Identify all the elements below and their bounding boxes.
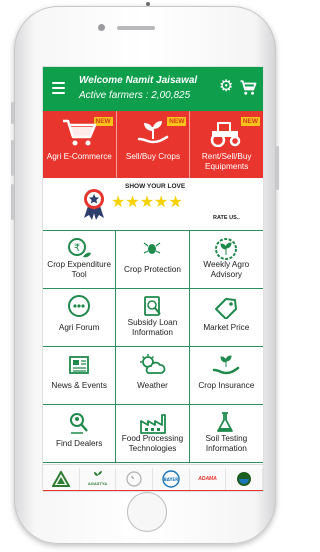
partner-logo-grey[interactable]	[116, 467, 154, 490]
service-subsidy-loan-information[interactable]: Subsidy Loan Information	[116, 289, 190, 347]
cart-icon	[63, 119, 97, 146]
home-button[interactable]	[127, 492, 167, 532]
service-label: Food Processing Technologies	[121, 434, 184, 453]
plant-hand-icon	[137, 121, 168, 144]
service-label: Soil Testing Information	[205, 434, 248, 453]
partner-logo-globe[interactable]	[226, 467, 263, 490]
svg-text:₹: ₹	[74, 243, 80, 254]
partner-logo-agastya[interactable]: AGASTYA	[80, 467, 117, 490]
settings-gear-icon[interactable]: ⚙	[219, 79, 233, 95]
top-dot	[146, 2, 150, 6]
rate-us-banner[interactable]: SHOW YOUR LOVE ★★★★★ RATE US..	[43, 178, 263, 230]
tile-label: Agri E-Commerce	[46, 152, 112, 161]
loan-document-icon	[144, 296, 162, 316]
medal-icon	[84, 189, 104, 220]
power-button	[276, 146, 279, 190]
service-crop-expenditure-tool[interactable]: ₹ Crop Expenditure Tool	[43, 231, 117, 289]
front-camera	[98, 24, 105, 31]
factory-icon	[140, 414, 167, 434]
service-label: Weekly Agro Advisory	[203, 260, 250, 279]
dealer-search-icon	[70, 413, 88, 434]
featured-tiles: NEW Agri E-Commerce NEW Sell/Buy Crops N…	[43, 111, 263, 178]
service-crop-insurance[interactable]: Crop Insurance	[189, 347, 263, 405]
rupee-plant-icon: ₹	[68, 238, 91, 258]
cart-icon[interactable]	[239, 79, 257, 97]
tractor-icon	[211, 122, 241, 147]
service-label: Weather	[137, 381, 168, 390]
welcome-text: Welcome Namit Jaisawal	[79, 75, 198, 86]
bug-icon	[143, 242, 161, 254]
service-label: Crop Expenditure Tool	[47, 260, 112, 279]
partner-name: ADAMA	[198, 475, 217, 482]
tile-label: Sell/Buy Crops	[125, 152, 181, 161]
weather-icon	[140, 354, 166, 374]
service-label: Crop Insurance	[198, 381, 255, 390]
service-label: Find Dealers	[55, 439, 103, 448]
strip-accent-line	[43, 490, 263, 491]
service-news-events[interactable]: News & Events	[43, 347, 117, 405]
rating-stars-icon[interactable]: ★★★★★	[111, 195, 183, 211]
volume-down-button	[11, 184, 14, 220]
service-food-processing-technologies[interactable]: Food Processing Technologies	[116, 405, 190, 463]
partner-logos-strip: AGASTYA BAYER ADAMA	[43, 464, 263, 491]
soil-test-icon	[216, 412, 233, 432]
service-label: Agri Forum	[58, 323, 100, 332]
speaker-grill	[117, 26, 155, 30]
service-label: Subsidy Loan Information	[127, 318, 178, 337]
active-farmers-count: Active farmers : 2,00,825	[79, 90, 191, 101]
partner-name: BAYER	[164, 477, 178, 482]
partner-name: AGASTYA	[87, 481, 108, 486]
service-weekly-agro-advisory[interactable]: Weekly Agro Advisory	[189, 231, 263, 289]
service-label: News & Events	[51, 381, 107, 390]
sprout-badge-icon	[214, 238, 237, 260]
partner-logo-adama[interactable]: ADAMA	[190, 467, 227, 490]
rate-us-text: RATE US..	[213, 215, 240, 221]
newspaper-icon	[69, 356, 89, 374]
app-header: Welcome Namit Jaisawal Active farmers : …	[43, 67, 263, 111]
show-your-love-text: SHOW YOUR LOVE	[125, 183, 186, 190]
service-agri-forum[interactable]: Agri Forum	[43, 289, 117, 347]
tile-sell-buy-crops[interactable]: NEW Sell/Buy Crops	[117, 111, 191, 178]
partner-logo-triangle[interactable]	[43, 467, 80, 490]
menu-icon[interactable]	[52, 82, 65, 94]
service-label: Crop Protection	[124, 265, 181, 274]
service-label: Market Price	[203, 323, 250, 332]
price-tag-icon	[214, 298, 237, 319]
service-market-price[interactable]: Market Price	[189, 289, 263, 347]
side-button	[11, 102, 14, 124]
tile-label: Rent/Sell/Buy Equipments	[201, 152, 252, 171]
tile-agri-ecommerce[interactable]: NEW Agri E-Commerce	[43, 111, 117, 178]
volume-up-button	[11, 140, 14, 176]
tile-rent-sell-buy-equipments[interactable]: NEW Rent/Sell/Buy Equipments	[190, 111, 263, 178]
app-screen: Welcome Namit Jaisawal Active farmers : …	[42, 66, 264, 492]
service-crop-protection[interactable]: Crop Protection	[116, 231, 190, 289]
service-find-dealers[interactable]: Find Dealers	[43, 405, 117, 463]
service-soil-testing-information[interactable]: Soil Testing Information	[189, 405, 263, 463]
chat-icon	[68, 295, 90, 317]
services-grid: ₹ Crop Expenditure Tool Crop Protection …	[43, 230, 263, 463]
partner-logo-bayer[interactable]: BAYER	[153, 467, 190, 490]
service-weather[interactable]: Weather	[116, 347, 190, 405]
insurance-hand-icon	[212, 355, 239, 375]
